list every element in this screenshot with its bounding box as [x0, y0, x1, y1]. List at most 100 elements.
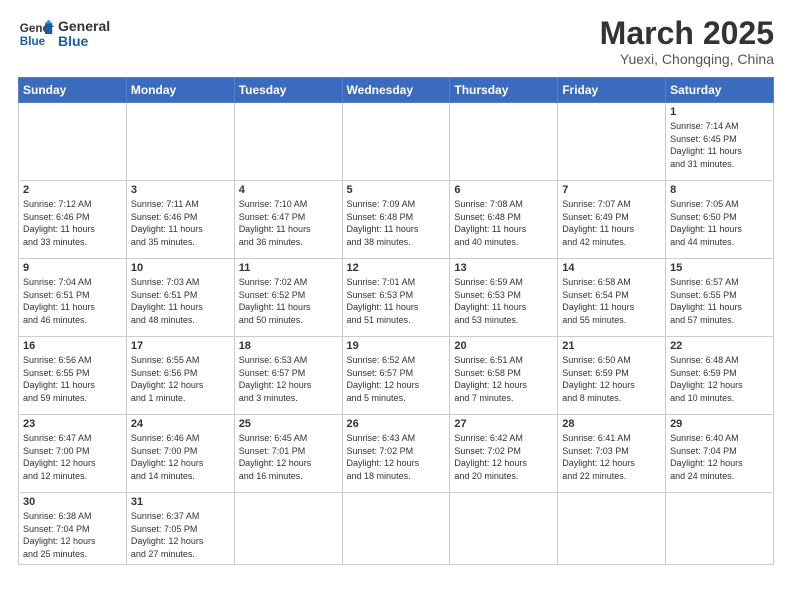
day-number: 30 [23, 496, 122, 508]
page: General Blue General Blue March 2025 Yue… [0, 0, 792, 612]
day-number: 27 [454, 418, 553, 430]
day-info: Sunrise: 7:10 AM Sunset: 6:47 PM Dayligh… [239, 198, 338, 248]
day-number: 31 [131, 496, 230, 508]
logo: General Blue General Blue [18, 16, 110, 52]
calendar-cell: 20 Sunrise: 6:51 AM Sunset: 6:58 PM Dayli… [450, 337, 558, 415]
day-info: Sunrise: 6:51 AM Sunset: 6:58 PM Dayligh… [454, 354, 553, 404]
day-number: 4 [239, 184, 338, 196]
day-number: 6 [454, 184, 553, 196]
calendar-cell: 11 Sunrise: 7:02 AM Sunset: 6:52 PM Dayli… [234, 259, 342, 337]
calendar-cell [450, 493, 558, 564]
calendar-cell: 31 Sunrise: 6:37 AM Sunset: 7:05 PM Dayli… [126, 493, 234, 564]
day-number: 21 [562, 340, 661, 352]
day-number: 23 [23, 418, 122, 430]
day-info: Sunrise: 6:59 AM Sunset: 6:53 PM Dayligh… [454, 276, 553, 326]
day-number: 26 [347, 418, 446, 430]
day-number: 29 [670, 418, 769, 430]
calendar-cell [558, 103, 666, 181]
day-number: 3 [131, 184, 230, 196]
day-info: Sunrise: 7:05 AM Sunset: 6:50 PM Dayligh… [670, 198, 769, 248]
calendar-cell: 27Sunrise: 6:42 AM Sunset: 7:02 PM Dayli… [450, 415, 558, 493]
day-number: 14 [562, 262, 661, 274]
day-info: Sunrise: 7:14 AM Sunset: 6:45 PM Dayligh… [670, 120, 769, 170]
calendar-cell [234, 103, 342, 181]
day-info: Sunrise: 7:04 AM Sunset: 6:51 PM Dayligh… [23, 276, 122, 326]
calendar-cell: 3 Sunrise: 7:11 AM Sunset: 6:46 PM Daylig… [126, 181, 234, 259]
calendar-cell [234, 493, 342, 564]
calendar-cell: 8 Sunrise: 7:05 AM Sunset: 6:50 PM Daylig… [666, 181, 774, 259]
day-info: Sunrise: 7:08 AM Sunset: 6:48 PM Dayligh… [454, 198, 553, 248]
day-number: 18 [239, 340, 338, 352]
calendar-cell: 5 Sunrise: 7:09 AM Sunset: 6:48 PM Daylig… [342, 181, 450, 259]
calendar-cell: 30 Sunrise: 6:38 AM Sunset: 7:04 PM Dayli… [19, 493, 127, 564]
day-info: Sunrise: 6:45 AM Sunset: 7:01 PM Dayligh… [239, 432, 338, 482]
logo-general-text: General [58, 19, 110, 34]
calendar-week-1: 2Sunrise: 7:12 AM Sunset: 6:46 PM Daylig… [19, 181, 774, 259]
day-info: Sunrise: 6:57 AM Sunset: 6:55 PM Dayligh… [670, 276, 769, 326]
calendar-week-2: 9 Sunrise: 7:04 AM Sunset: 6:51 PM Daylig… [19, 259, 774, 337]
calendar-cell: 7Sunrise: 7:07 AM Sunset: 6:49 PM Daylig… [558, 181, 666, 259]
calendar-cell: 10 Sunrise: 7:03 AM Sunset: 6:51 PM Dayli… [126, 259, 234, 337]
calendar-cell: 18Sunrise: 6:53 AM Sunset: 6:57 PM Dayli… [234, 337, 342, 415]
day-number: 9 [23, 262, 122, 274]
day-number: 15 [670, 262, 769, 274]
calendar-cell: 2Sunrise: 7:12 AM Sunset: 6:46 PM Daylig… [19, 181, 127, 259]
calendar-cell: 23Sunrise: 6:47 AM Sunset: 7:00 PM Dayli… [19, 415, 127, 493]
weekday-tuesday: Tuesday [234, 78, 342, 103]
day-info: Sunrise: 6:37 AM Sunset: 7:05 PM Dayligh… [131, 510, 230, 560]
header: General Blue General Blue March 2025 Yue… [18, 16, 774, 67]
weekday-friday: Friday [558, 78, 666, 103]
calendar-cell: 13Sunrise: 6:59 AM Sunset: 6:53 PM Dayli… [450, 259, 558, 337]
weekday-wednesday: Wednesday [342, 78, 450, 103]
calendar-cell: 6 Sunrise: 7:08 AM Sunset: 6:48 PM Daylig… [450, 181, 558, 259]
day-number: 2 [23, 184, 122, 196]
day-number: 12 [347, 262, 446, 274]
day-number: 8 [670, 184, 769, 196]
weekday-saturday: Saturday [666, 78, 774, 103]
calendar-cell: 29 Sunrise: 6:40 AM Sunset: 7:04 PM Dayli… [666, 415, 774, 493]
day-number: 20 [454, 340, 553, 352]
calendar-cell [126, 103, 234, 181]
title-block: March 2025 Yuexi, Chongqing, China [600, 16, 774, 67]
day-number: 11 [239, 262, 338, 274]
svg-text:Blue: Blue [20, 35, 46, 48]
calendar-cell: 12Sunrise: 7:01 AM Sunset: 6:53 PM Dayli… [342, 259, 450, 337]
calendar-week-0: 1Sunrise: 7:14 AM Sunset: 6:45 PM Daylig… [19, 103, 774, 181]
day-info: Sunrise: 6:43 AM Sunset: 7:02 PM Dayligh… [347, 432, 446, 482]
location: Yuexi, Chongqing, China [600, 51, 774, 67]
calendar-cell: 17Sunrise: 6:55 AM Sunset: 6:56 PM Dayli… [126, 337, 234, 415]
day-info: Sunrise: 7:07 AM Sunset: 6:49 PM Dayligh… [562, 198, 661, 248]
calendar-cell: 22Sunrise: 6:48 AM Sunset: 6:59 PM Dayli… [666, 337, 774, 415]
calendar-cell: 4 Sunrise: 7:10 AM Sunset: 6:47 PM Daylig… [234, 181, 342, 259]
day-info: Sunrise: 7:09 AM Sunset: 6:48 PM Dayligh… [347, 198, 446, 248]
calendar-cell: 26 Sunrise: 6:43 AM Sunset: 7:02 PM Dayli… [342, 415, 450, 493]
day-info: Sunrise: 6:48 AM Sunset: 6:59 PM Dayligh… [670, 354, 769, 404]
calendar-cell [666, 493, 774, 564]
day-info: Sunrise: 7:11 AM Sunset: 6:46 PM Dayligh… [131, 198, 230, 248]
day-info: Sunrise: 6:46 AM Sunset: 7:00 PM Dayligh… [131, 432, 230, 482]
calendar-cell [342, 493, 450, 564]
day-number: 28 [562, 418, 661, 430]
weekday-sunday: Sunday [19, 78, 127, 103]
logo-blue-text: Blue [58, 34, 110, 49]
calendar-body: 1Sunrise: 7:14 AM Sunset: 6:45 PM Daylig… [19, 103, 774, 564]
day-number: 16 [23, 340, 122, 352]
day-info: Sunrise: 7:02 AM Sunset: 6:52 PM Dayligh… [239, 276, 338, 326]
day-number: 24 [131, 418, 230, 430]
calendar-week-4: 23Sunrise: 6:47 AM Sunset: 7:00 PM Dayli… [19, 415, 774, 493]
day-info: Sunrise: 6:41 AM Sunset: 7:03 PM Dayligh… [562, 432, 661, 482]
calendar-cell [558, 493, 666, 564]
calendar-cell [19, 103, 127, 181]
day-number: 10 [131, 262, 230, 274]
day-info: Sunrise: 7:03 AM Sunset: 6:51 PM Dayligh… [131, 276, 230, 326]
day-info: Sunrise: 6:38 AM Sunset: 7:04 PM Dayligh… [23, 510, 122, 560]
calendar-cell [450, 103, 558, 181]
day-number: 5 [347, 184, 446, 196]
calendar-table: SundayMondayTuesdayWednesdayThursdayFrid… [18, 77, 774, 564]
calendar-cell [342, 103, 450, 181]
calendar-cell: 14Sunrise: 6:58 AM Sunset: 6:54 PM Dayli… [558, 259, 666, 337]
weekday-thursday: Thursday [450, 78, 558, 103]
weekday-monday: Monday [126, 78, 234, 103]
calendar-week-5: 30 Sunrise: 6:38 AM Sunset: 7:04 PM Dayli… [19, 493, 774, 564]
day-info: Sunrise: 6:40 AM Sunset: 7:04 PM Dayligh… [670, 432, 769, 482]
